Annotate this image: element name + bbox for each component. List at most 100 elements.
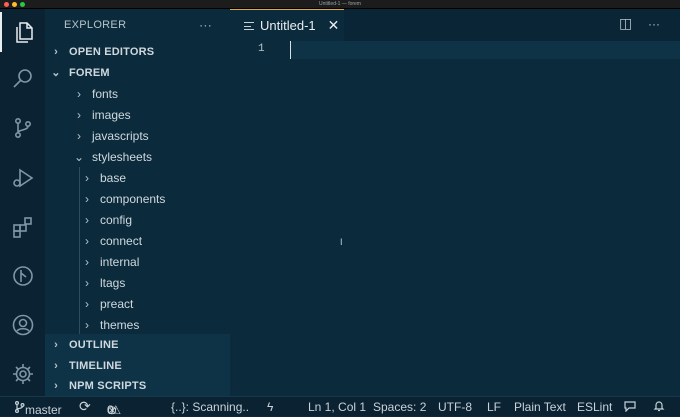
text-file-icon bbox=[244, 21, 254, 30]
activity-git-graph[interactable] bbox=[0, 256, 45, 296]
section-label: TIMELINE bbox=[69, 359, 122, 372]
line-number: 1 bbox=[258, 43, 265, 55]
scanning-status[interactable]: {..}: Scanning.. bbox=[171, 400, 249, 414]
explorer-title: EXPLORER bbox=[64, 18, 127, 31]
folder-label: preact bbox=[100, 296, 134, 311]
git-branch-icon bbox=[15, 401, 25, 414]
lightning-icon[interactable]: ϟ bbox=[267, 400, 273, 414]
chevron-right-icon: › bbox=[85, 191, 89, 206]
activity-run-debug[interactable] bbox=[0, 158, 45, 198]
chevron-right-icon: › bbox=[54, 45, 58, 58]
tree-folder-config[interactable]: › config bbox=[45, 209, 230, 230]
activity-explorer[interactable] bbox=[0, 12, 45, 52]
folder-label: connect bbox=[100, 233, 143, 248]
sync-icon[interactable]: ⟳ bbox=[79, 398, 91, 415]
cursor-position[interactable]: Ln 1, Col 1 bbox=[308, 400, 366, 414]
tree-indent-guide bbox=[79, 167, 80, 335]
warning-count: 0 bbox=[107, 403, 114, 417]
chevron-right-icon: › bbox=[77, 86, 81, 101]
close-tab-icon[interactable]: ✕ bbox=[328, 17, 340, 34]
section-outline[interactable]: › OUTLINE bbox=[45, 334, 230, 355]
folder-label: stylesheets bbox=[92, 149, 153, 164]
split-editor-icon[interactable]: ◫ bbox=[619, 15, 632, 32]
text-cursor-ibeam: I bbox=[340, 237, 343, 247]
section-project[interactable]: ⌄ FOREM bbox=[45, 62, 230, 83]
folder-label: javascripts bbox=[92, 128, 149, 143]
section-label: FOREM bbox=[69, 66, 110, 79]
editor-more-actions-button[interactable]: ··· bbox=[648, 17, 660, 31]
extensions-icon bbox=[12, 217, 32, 238]
eslint-status[interactable]: ESLint bbox=[577, 400, 612, 414]
activity-account[interactable] bbox=[0, 305, 45, 345]
chevron-right-icon: › bbox=[54, 338, 58, 351]
chevron-right-icon: › bbox=[85, 296, 89, 311]
git-graph-icon bbox=[12, 266, 33, 286]
chevron-right-icon: › bbox=[85, 170, 89, 185]
tree-folder-components[interactable]: › components bbox=[45, 188, 230, 209]
chevron-right-icon: › bbox=[77, 128, 81, 143]
chevron-right-icon: › bbox=[85, 317, 89, 332]
section-label: OPEN EDITORS bbox=[69, 45, 155, 58]
folder-label: themes bbox=[100, 317, 140, 332]
activity-source-control[interactable] bbox=[0, 108, 45, 148]
end-of-line[interactable]: LF bbox=[487, 400, 501, 414]
chevron-right-icon: › bbox=[77, 107, 81, 122]
chevron-down-icon: ⌄ bbox=[51, 67, 61, 79]
explorer-sidebar: EXPLORER ··· › OPEN EDITORS ⌄ FOREM › fo… bbox=[45, 9, 230, 396]
folder-label: internal bbox=[100, 254, 140, 269]
indentation[interactable]: Spaces: 2 bbox=[373, 400, 426, 414]
folder-label: fonts bbox=[92, 86, 119, 101]
folder-label: base bbox=[100, 170, 127, 185]
chevron-right-icon: › bbox=[85, 254, 89, 269]
tree-folder-images[interactable]: › images bbox=[45, 104, 230, 125]
tree-folder-base[interactable]: › base bbox=[45, 167, 230, 188]
account-icon bbox=[12, 314, 33, 336]
language-mode[interactable]: Plain Text bbox=[514, 400, 566, 414]
tree-folder-preact[interactable]: › preact bbox=[45, 293, 230, 314]
activity-settings[interactable] bbox=[0, 354, 45, 394]
feedback-icon[interactable] bbox=[624, 400, 636, 415]
tree-folder-connect[interactable]: › connect bbox=[45, 230, 230, 251]
section-npm-scripts[interactable]: › NPM SCRIPTS bbox=[45, 375, 230, 396]
tree-folder-themes[interactable]: › themes bbox=[45, 314, 230, 335]
chevron-right-icon: › bbox=[85, 233, 89, 248]
chevron-down-icon: ⌄ bbox=[73, 149, 85, 164]
branch-name: master bbox=[25, 403, 62, 417]
tree-folder-fonts[interactable]: › fonts bbox=[45, 83, 230, 104]
tab-bar: Untitled-1 ✕ ◫ ··· bbox=[230, 9, 680, 41]
chevron-right-icon: › bbox=[54, 379, 58, 392]
section-open-editors[interactable]: › OPEN EDITORS bbox=[45, 41, 230, 62]
explorer-more-button[interactable]: ··· bbox=[199, 18, 212, 32]
section-timeline[interactable]: › TIMELINE bbox=[45, 355, 230, 376]
explorer-icon bbox=[15, 22, 33, 43]
activity-bar bbox=[0, 9, 45, 396]
current-line-highlight[interactable] bbox=[290, 41, 680, 59]
folder-label: components bbox=[100, 191, 166, 206]
notifications-bell-icon[interactable] bbox=[653, 400, 665, 415]
window-title: Untitled-1 — forem bbox=[319, 1, 361, 7]
encoding[interactable]: UTF-8 bbox=[438, 400, 472, 414]
status-bar: master ⟳ ⊗ 0 ⚠ 0 {..}: Scanning.. ϟ Ln 1… bbox=[0, 396, 680, 417]
settings-gear-icon bbox=[12, 364, 33, 384]
tree-folder-stylesheets[interactable]: ⌄ stylesheets bbox=[45, 146, 230, 167]
search-icon bbox=[12, 69, 32, 88]
branch-indicator[interactable]: master bbox=[14, 400, 62, 417]
section-label: OUTLINE bbox=[69, 338, 119, 351]
section-label: NPM SCRIPTS bbox=[69, 379, 147, 392]
chevron-right-icon: › bbox=[85, 212, 89, 227]
tree-folder-internal[interactable]: › internal bbox=[45, 251, 230, 272]
tree-folder-javascripts[interactable]: › javascripts bbox=[45, 125, 230, 146]
editor-gutter bbox=[230, 41, 290, 396]
folder-label: images bbox=[92, 107, 131, 122]
tab-untitled-1[interactable]: Untitled-1 ✕ bbox=[230, 9, 344, 41]
chevron-right-icon: › bbox=[54, 359, 58, 372]
tab-label: Untitled-1 bbox=[260, 18, 316, 33]
folder-label: config bbox=[100, 212, 133, 227]
run-debug-icon bbox=[12, 168, 33, 188]
activity-extensions[interactable] bbox=[0, 207, 45, 247]
chevron-right-icon: › bbox=[85, 275, 89, 290]
explorer-header: EXPLORER ··· bbox=[45, 9, 230, 40]
source-control-icon bbox=[14, 117, 31, 138]
activity-search[interactable] bbox=[0, 59, 45, 99]
tree-folder-ltags[interactable]: › ltags bbox=[45, 272, 230, 293]
